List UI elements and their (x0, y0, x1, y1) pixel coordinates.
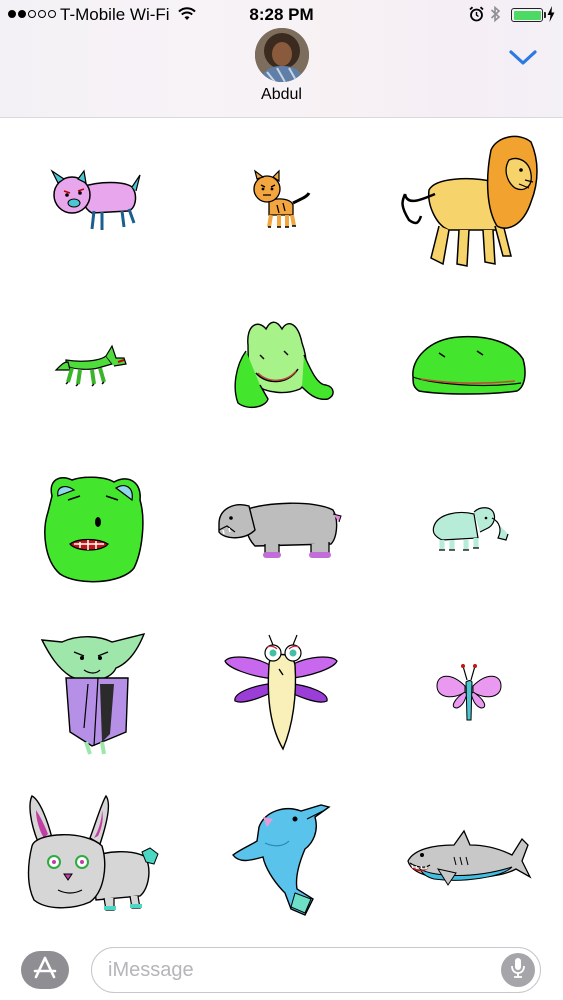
green-frog-sticker[interactable] (188, 282, 376, 446)
charging-bolt-icon (547, 6, 555, 27)
app-store-icon (32, 955, 58, 986)
dictation-button[interactable] (501, 953, 535, 987)
butterfly-sticker[interactable] (375, 611, 563, 775)
green-monster-face-sticker[interactable] (0, 447, 188, 611)
pink-pig-sticker[interactable] (0, 118, 188, 282)
message-field[interactable] (91, 947, 541, 993)
sticker-grid (0, 118, 563, 940)
lion-sticker[interactable] (375, 118, 563, 282)
shark-sticker[interactable] (375, 776, 563, 940)
hippo-sticker[interactable] (188, 447, 376, 611)
goblin-cloak-sticker[interactable] (0, 611, 188, 775)
contact-name[interactable]: Abdul (0, 86, 563, 104)
alarm-icon (469, 6, 484, 27)
message-input[interactable] (108, 956, 488, 984)
app-store-button[interactable] (21, 951, 69, 989)
battery-icon (511, 8, 546, 22)
message-composer (0, 940, 563, 1000)
status-bar: T-Mobile Wi-Fi 8:28 PM (0, 0, 563, 30)
green-blob-sticker[interactable] (375, 282, 563, 446)
dolphin-sticker[interactable] (188, 776, 376, 940)
bluetooth-icon (490, 5, 501, 28)
green-fox-sticker[interactable] (0, 282, 188, 446)
baby-elephant-sticker[interactable] (375, 447, 563, 611)
conversation-header: T-Mobile Wi-Fi 8:28 PM Abdul (0, 0, 563, 118)
dragonfly-sticker[interactable] (188, 611, 376, 775)
tiger-cub-sticker[interactable] (188, 118, 376, 282)
chevron-down-icon[interactable] (508, 48, 538, 73)
bunny-sticker[interactable] (0, 776, 188, 940)
contact-avatar[interactable] (255, 28, 309, 82)
microphone-icon (510, 957, 526, 984)
